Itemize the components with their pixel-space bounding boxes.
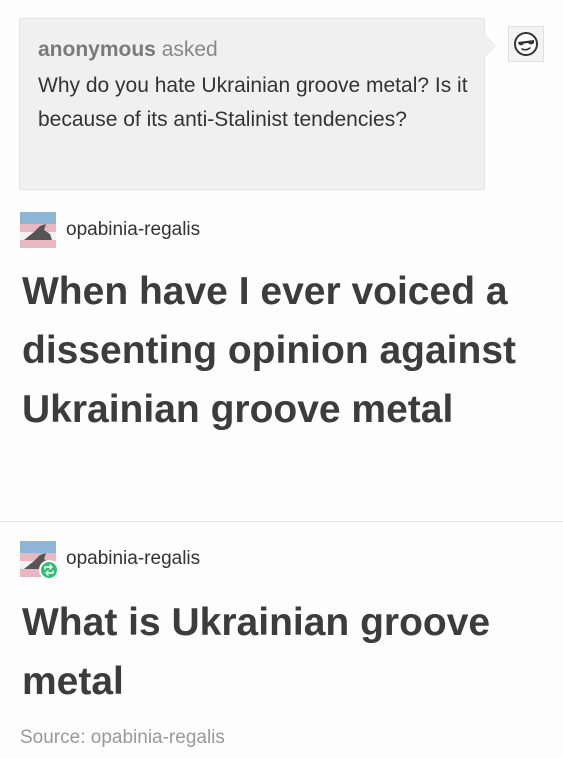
post-2-user-row: opabinia-regalis: [20, 540, 200, 580]
tumblr-post: anonymous asked Why do you hate Ukrainia…: [0, 0, 563, 758]
ask-question: Why do you hate Ukrainian groove metal? …: [38, 74, 468, 131]
reblog-icon: [44, 564, 54, 576]
post-1-user-row: opabinia-regalis: [20, 211, 200, 249]
post-2-text: What is Ukrainian groove metal: [22, 601, 491, 703]
ask-header: anonymous asked: [38, 37, 466, 63]
anonymous-sunglasses-icon: [514, 32, 538, 56]
username-link[interactable]: opabinia-regalis: [66, 547, 200, 571]
anonymous-avatar[interactable]: [508, 26, 544, 62]
opabinia-avatar-icon: [20, 212, 56, 248]
user-avatar[interactable]: [20, 212, 56, 248]
ask-box: anonymous asked Why do you hate Ukrainia…: [19, 18, 496, 190]
user-avatar[interactable]: [20, 541, 59, 580]
divider: [0, 521, 563, 522]
asker-name[interactable]: anonymous: [38, 38, 156, 61]
ask-pointer: [484, 35, 495, 57]
reblog-badge: [39, 560, 59, 580]
post-1-text: When have I ever voiced a dissenting opi…: [22, 270, 517, 431]
ask-verb: asked: [161, 38, 218, 61]
username-link[interactable]: opabinia-regalis: [66, 218, 200, 242]
source-link[interactable]: Source: opabinia-regalis: [20, 726, 225, 750]
